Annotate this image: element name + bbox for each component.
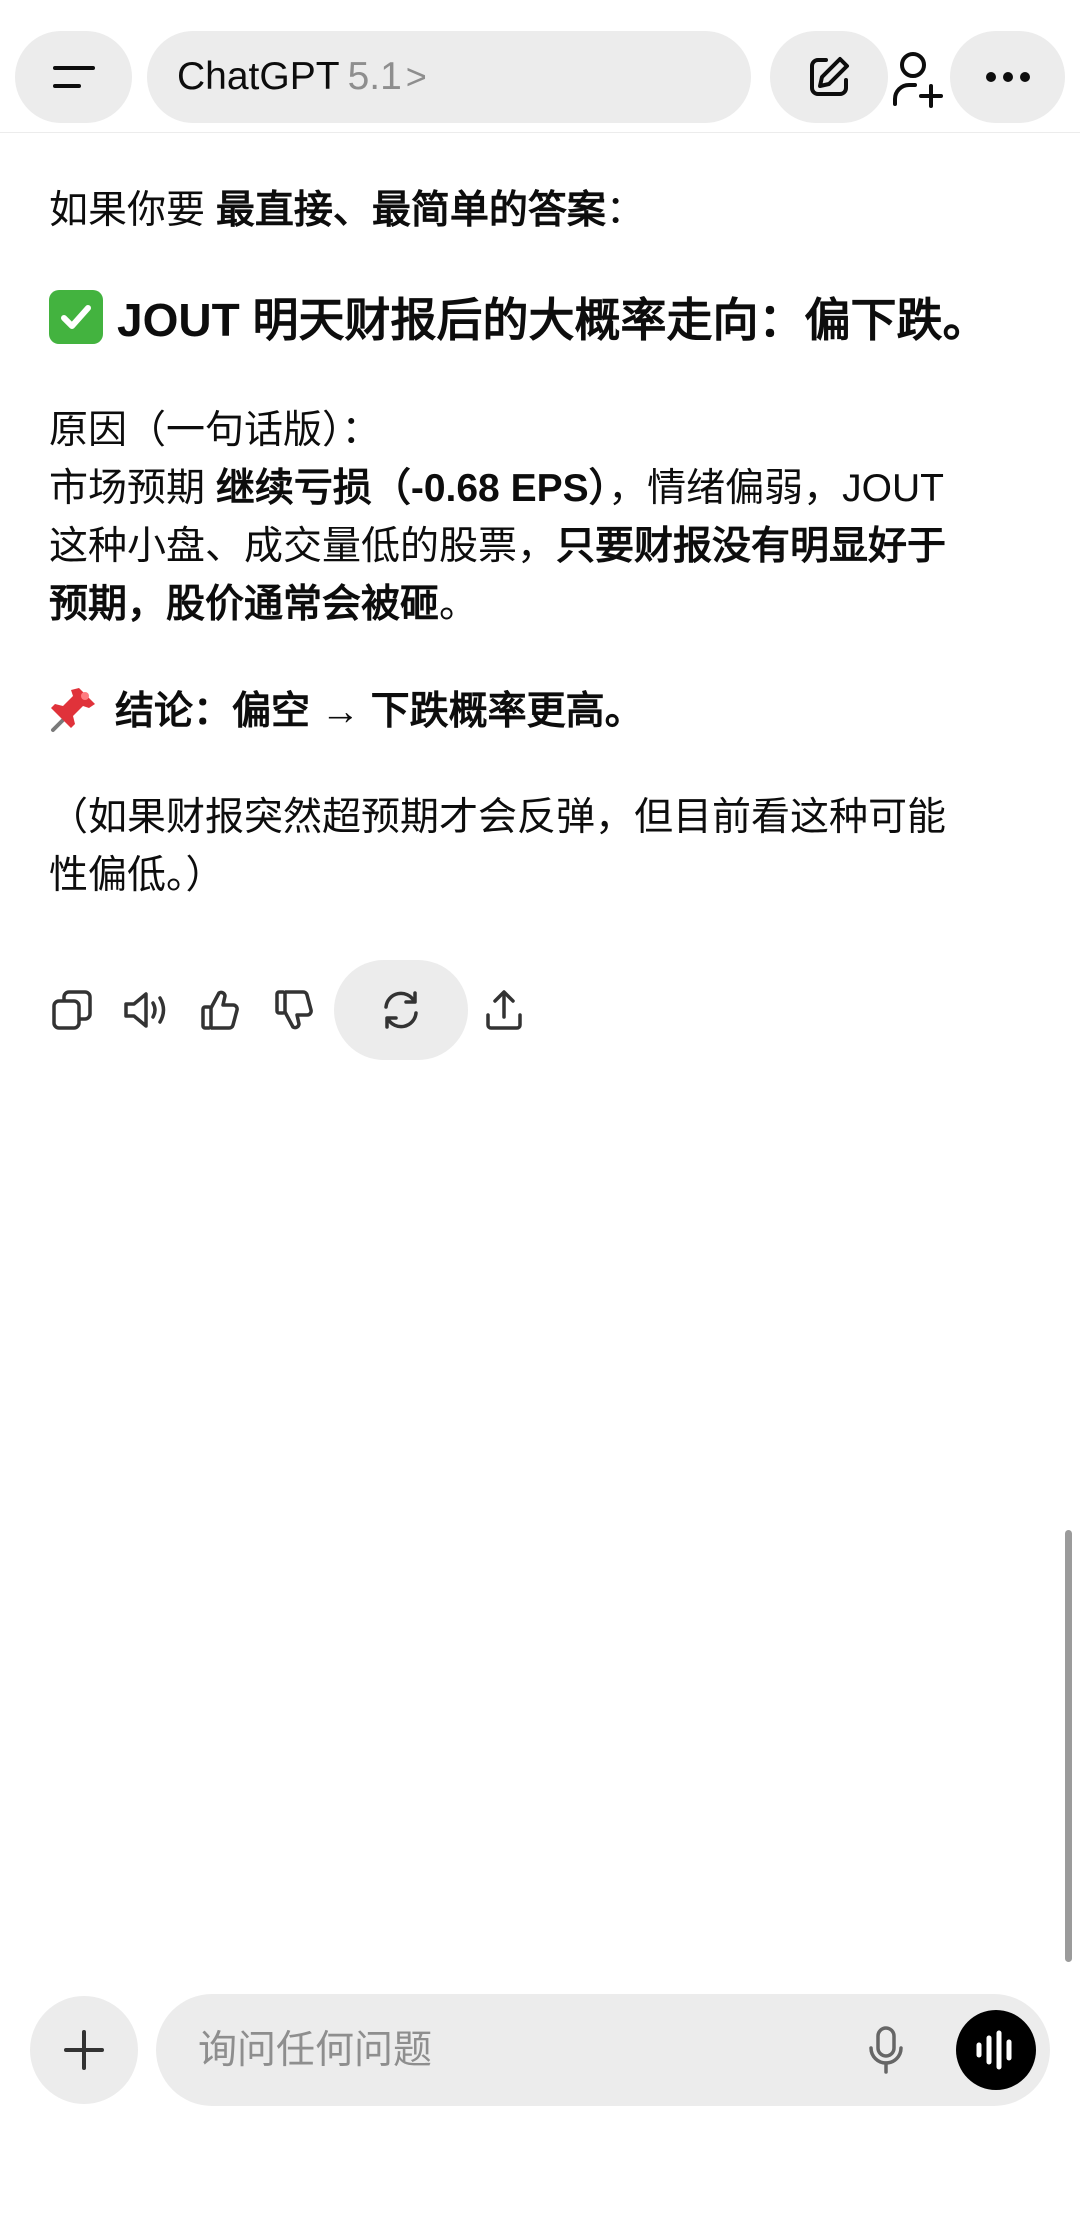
microphone-button[interactable] (856, 2020, 916, 2080)
thumbs-down-icon (275, 990, 313, 1030)
read-aloud-button[interactable] (116, 980, 176, 1040)
voice-mode-icon (976, 2030, 1012, 2070)
intro-bold: 最直接、最简单的答案 (215, 189, 606, 232)
more-options-button[interactable] (950, 31, 1065, 123)
reason-1-prefix: 市场预期 (49, 467, 216, 510)
assistant-message: 如果你要 最直接、最简单的答案： JOUT 明天财报后的大概率走向：偏下跌。 原… (49, 170, 1019, 905)
voice-mode-button[interactable] (956, 2010, 1036, 2090)
scrollbar[interactable] (1065, 1530, 1072, 1962)
reason-2-bold: 只要财报没有明显好于 (556, 525, 947, 568)
reason-line-2: 这种小盘、成交量低的股票，只要财报没有明显好于 (49, 518, 1019, 576)
read-aloud-icon (124, 992, 166, 1028)
regenerate-button[interactable] (334, 960, 468, 1060)
microphone-icon (869, 2026, 903, 2074)
add-user-icon (893, 52, 943, 108)
headline-text: JOUT 明天财报后的大概率走向：偏下跌。 (117, 294, 989, 346)
pushpin-emoji (51, 688, 95, 732)
copy-button[interactable] (42, 980, 102, 1040)
intro-prefix: 如果你要 (49, 189, 216, 232)
headline: JOUT 明天财报后的大概率走向：偏下跌。 (49, 284, 1019, 356)
top-bar: ChatGPT 5.1 > (0, 0, 1080, 133)
edit-icon (810, 57, 849, 96)
reason-line-3: 预期，股价通常会被砸。 (49, 576, 1019, 634)
chevron-right-icon: > (405, 56, 427, 97)
attach-button[interactable] (30, 1996, 138, 2104)
menu-button[interactable] (15, 31, 132, 123)
menu-icon (52, 66, 95, 88)
intro-suffix: ： (605, 189, 645, 232)
conclusion-line: 结论：偏空 → 下跌概率更高。 (49, 682, 1019, 741)
share-icon (486, 990, 522, 1030)
copy-icon (52, 990, 92, 1030)
thumbs-up-button[interactable] (190, 980, 250, 1040)
reason-1-suffix: ，情绪偏弱，JOUT (608, 467, 944, 510)
model-version: 5.1 (347, 55, 402, 98)
note-line-1: （如果财报突然超预期才会反弹，但目前看这种可能 (49, 796, 947, 839)
reason-line-1: 市场预期 继续亏损（-0.68 EPS），情绪偏弱，JOUT (49, 460, 1019, 518)
intro-line: 如果你要 最直接、最简单的答案： (49, 182, 1019, 240)
reason-2-plain: 这种小盘、成交量低的股票， (49, 525, 557, 568)
note-line-2: 性偏低。） (49, 854, 225, 897)
share-button[interactable] (474, 980, 534, 1040)
reason-3-suffix: 。 (439, 583, 479, 626)
app-title: ChatGPT (177, 55, 340, 98)
reason-1-bold: 继续亏损（-0.68 EPS） (215, 467, 609, 510)
model-selector[interactable]: ChatGPT 5.1 > (147, 31, 751, 123)
composer (156, 1994, 1050, 2106)
plus-icon (64, 2030, 104, 2070)
add-user-button[interactable] (888, 46, 948, 112)
conclusion-text: 结论：偏空 → 下跌概率更高。 (115, 690, 644, 733)
thumbs-down-button[interactable] (264, 980, 324, 1040)
reason-label: 原因（一句话版）： (49, 409, 381, 452)
message-actions (0, 960, 1080, 1060)
new-chat-button[interactable] (770, 31, 888, 123)
message-input[interactable] (196, 2022, 800, 2080)
regenerate-icon (384, 991, 418, 1029)
reason-3-bold: 预期，股价通常会被砸 (49, 583, 440, 626)
thumbs-up-icon (201, 990, 239, 1030)
check-mark-emoji (49, 290, 103, 344)
more-icon (985, 72, 1030, 82)
